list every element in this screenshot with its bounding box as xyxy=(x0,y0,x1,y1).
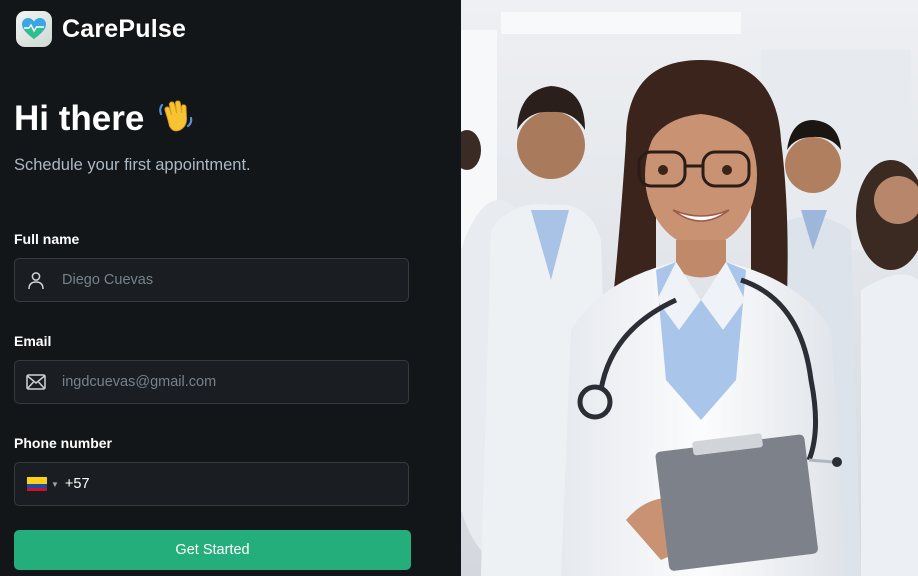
dial-code[interactable]: +57 xyxy=(65,476,90,492)
phone-field[interactable]: ▼ +57 xyxy=(14,462,409,506)
country-select[interactable]: ▼ xyxy=(27,477,59,491)
colombia-flag-icon xyxy=(27,477,47,491)
full-name-input[interactable] xyxy=(60,271,384,289)
brand-name: CarePulse xyxy=(62,14,187,43)
user-icon xyxy=(25,269,47,291)
page-subtitle: Schedule your first appointment. xyxy=(14,156,251,174)
full-name-field[interactable] xyxy=(14,258,409,302)
email-field[interactable] xyxy=(14,360,409,404)
hero-illustration xyxy=(461,0,918,576)
doctor-photo xyxy=(461,0,918,576)
email-input[interactable] xyxy=(60,373,384,391)
chevron-down-icon: ▼ xyxy=(51,479,59,489)
phone-label: Phone number xyxy=(14,435,113,451)
form-panel: CarePulse Hi there Schedule your first a… xyxy=(0,0,461,576)
email-icon xyxy=(25,371,47,393)
get-started-button[interactable]: Get Started xyxy=(14,530,411,570)
page-title: Hi there xyxy=(14,98,145,138)
full-name-label: Full name xyxy=(14,231,80,247)
email-label: Email xyxy=(14,333,52,349)
hero-heading: Hi there xyxy=(14,96,196,141)
onboarding-page: CarePulse Hi there Schedule your first a… xyxy=(0,0,918,576)
heart-pulse-icon xyxy=(16,11,52,47)
brand-logo: CarePulse xyxy=(16,11,186,47)
waving-hand-icon xyxy=(156,96,196,141)
